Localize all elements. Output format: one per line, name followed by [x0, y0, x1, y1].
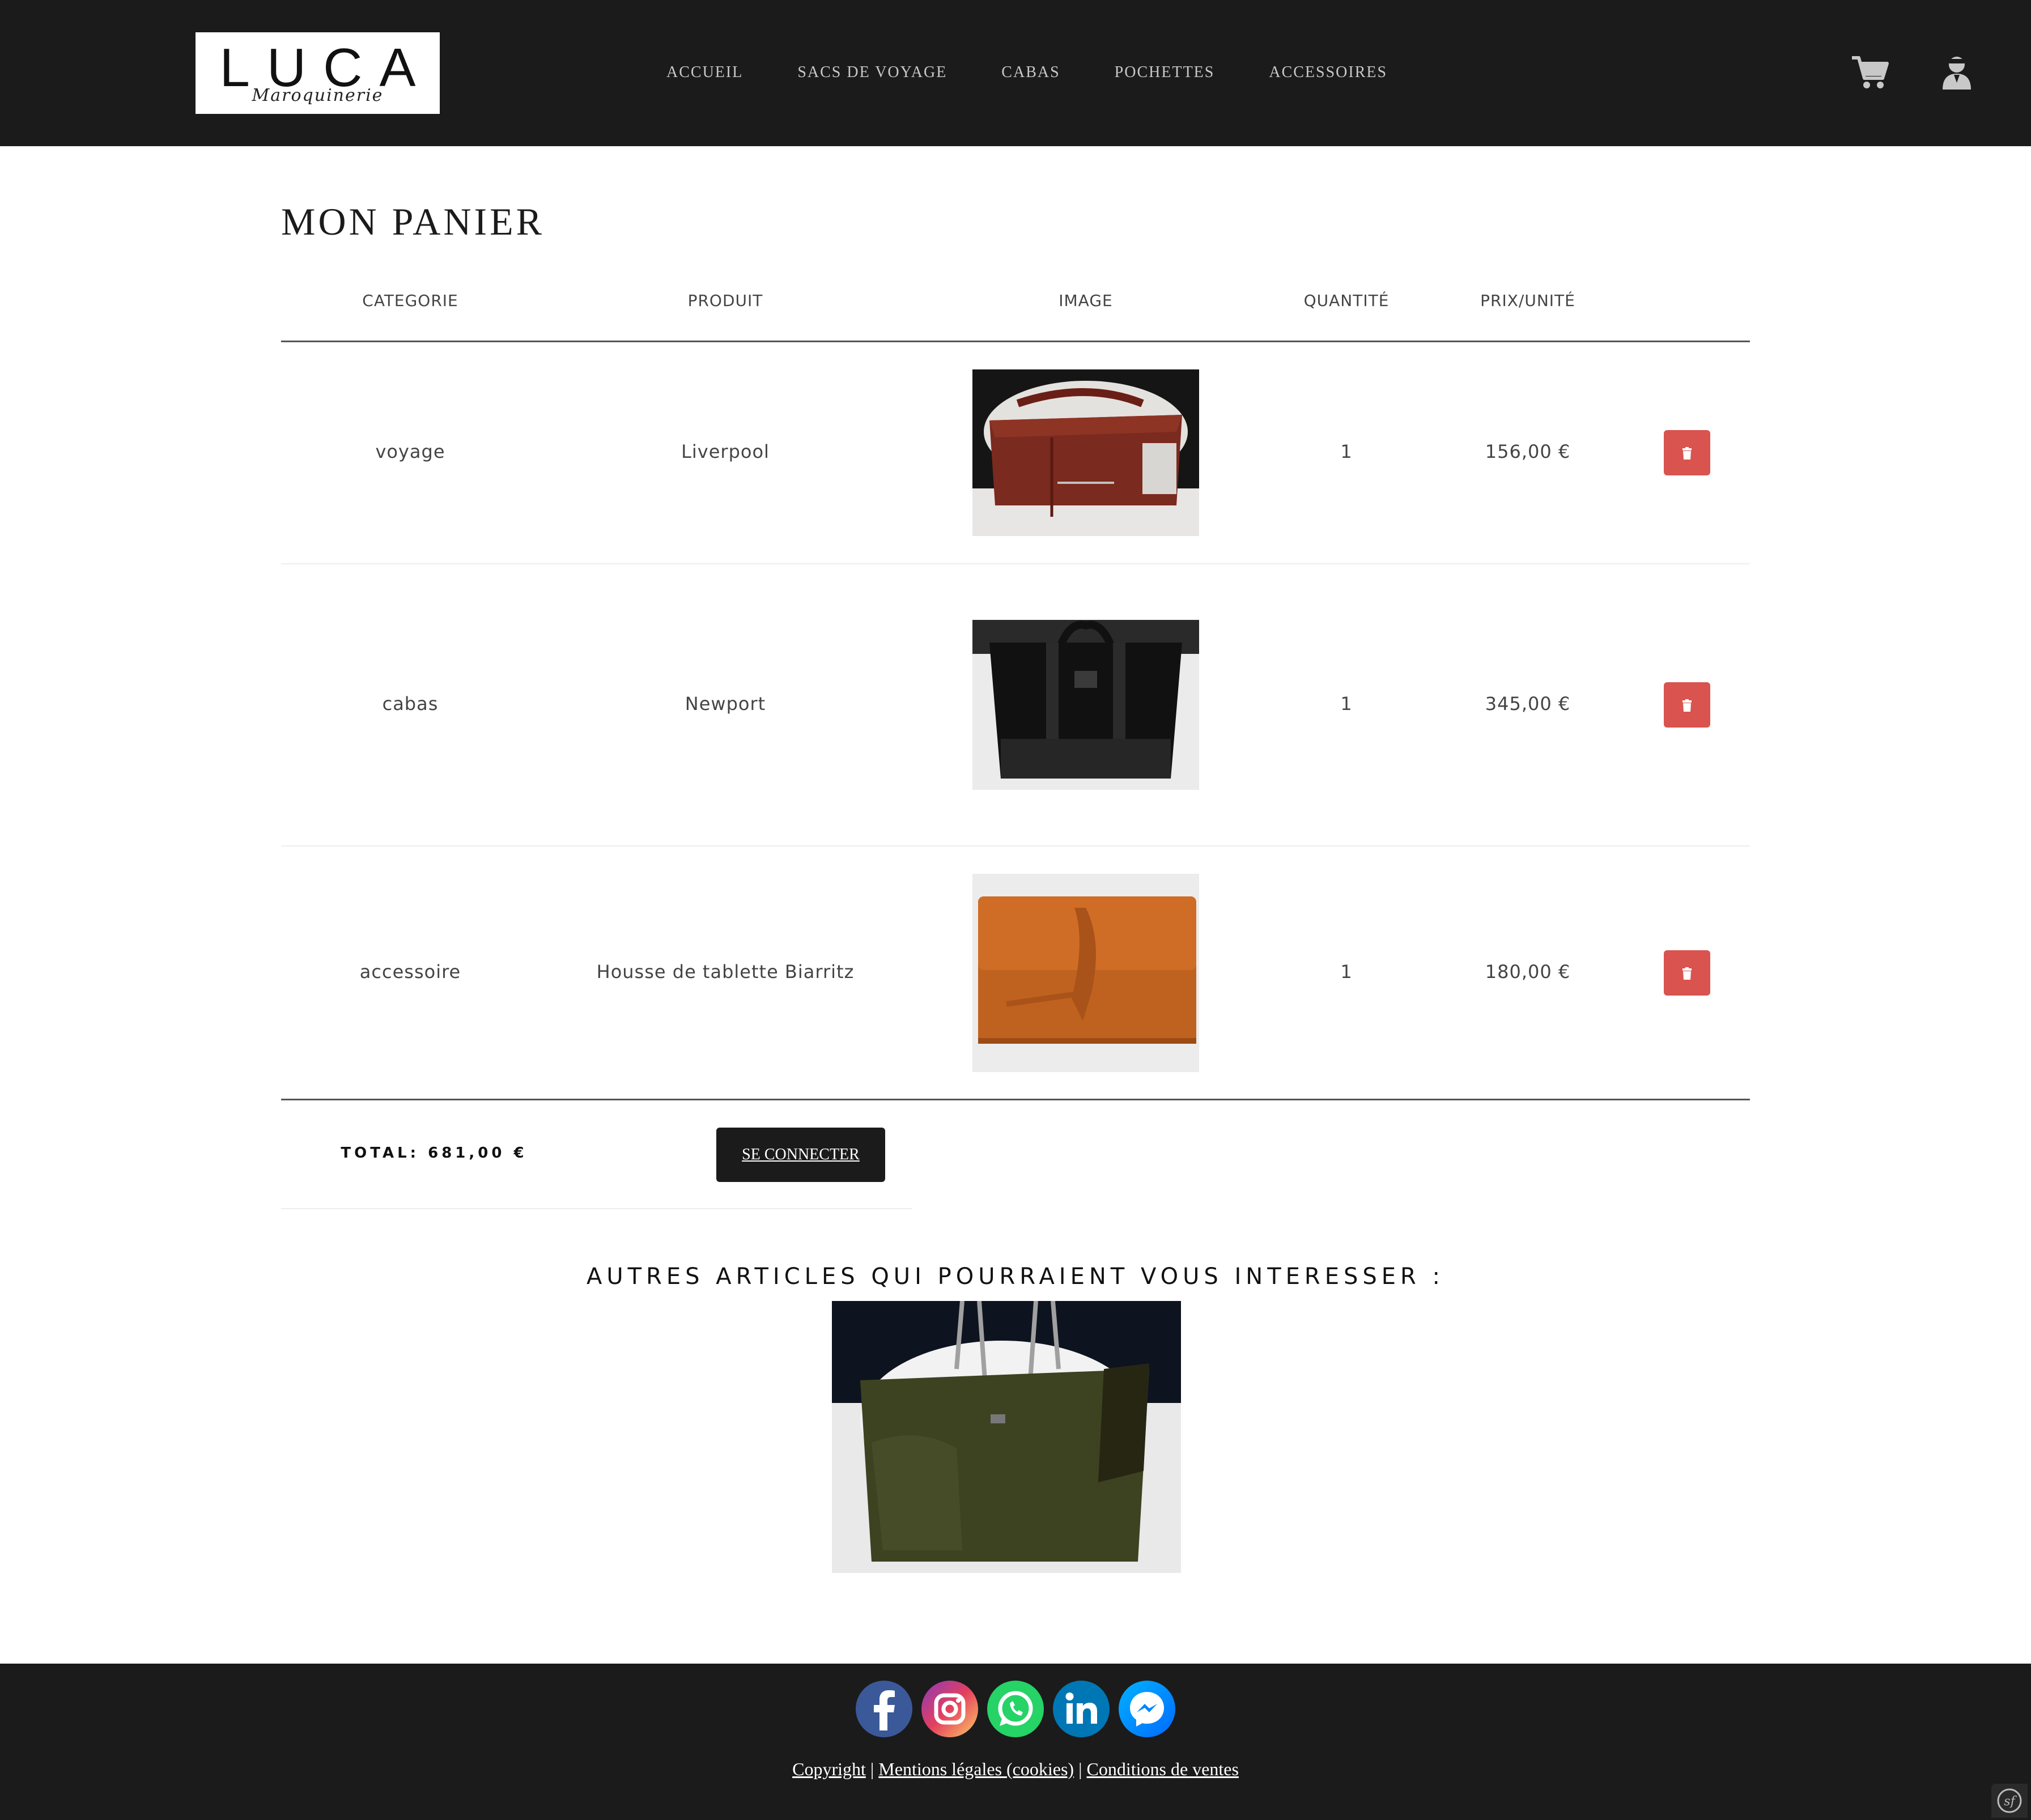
legal-link[interactable]: Mentions légales (cookies) — [878, 1759, 1074, 1779]
site-header: LUCA Maroquinerie ACCUEIL SACS DE VOYAGE… — [0, 0, 2031, 146]
row-category: accessoire — [359, 961, 461, 983]
nav-item-accueil[interactable]: ACCUEIL — [666, 63, 743, 82]
login-button[interactable]: SE CONNECTER — [716, 1128, 885, 1182]
delete-button[interactable] — [1664, 950, 1710, 996]
row-price: 156,00 € — [1485, 441, 1571, 462]
row-product[interactable]: Newport — [539, 693, 911, 715]
table-footer-divider — [281, 1099, 1750, 1100]
recommendations-title: AUTRES ARTICLES QUI POURRAIENT VOUS INTE… — [587, 1264, 1444, 1290]
copyright-link[interactable]: Copyright — [792, 1759, 866, 1779]
nav-item-accessoires[interactable]: ACCESSOIRES — [1269, 63, 1387, 82]
product-image[interactable] — [972, 369, 1199, 536]
row-divider — [281, 845, 1750, 847]
facebook-icon[interactable] — [856, 1681, 912, 1737]
footer-separator: | — [1078, 1759, 1082, 1779]
product-image[interactable] — [972, 620, 1199, 790]
user-icon[interactable] — [1937, 52, 1977, 92]
row-divider — [281, 563, 1750, 564]
instagram-icon[interactable] — [921, 1681, 978, 1737]
brand-logo[interactable]: LUCA Maroquinerie — [196, 32, 440, 114]
footer-separator: | — [870, 1759, 874, 1779]
header-product: PRODUIT — [687, 291, 763, 310]
row-product[interactable]: Liverpool — [539, 441, 911, 462]
whatsapp-icon[interactable] — [987, 1681, 1044, 1737]
row-product[interactable]: Housse de tablette Biarritz — [539, 961, 911, 983]
delete-button[interactable] — [1664, 430, 1710, 475]
row-quantity: 1 — [1340, 441, 1353, 462]
header-price: PRIX/UNITÉ — [1480, 291, 1575, 310]
product-image[interactable] — [972, 874, 1199, 1072]
header-category: CATEGORIE — [362, 291, 458, 310]
header-quantity: QUANTITÉ — [1303, 291, 1390, 310]
row-category: cabas — [382, 693, 439, 715]
row-quantity: 1 — [1340, 961, 1353, 983]
nav-item-cabas[interactable]: CABAS — [1001, 63, 1060, 82]
brand-tagline: Maroquinerie — [252, 86, 384, 105]
delete-button[interactable] — [1664, 682, 1710, 728]
trash-icon — [1682, 967, 1692, 980]
terms-link[interactable]: Conditions de ventes — [1086, 1759, 1238, 1779]
trash-icon — [1682, 699, 1692, 712]
page-title: MON PANIER — [281, 200, 545, 243]
cart-total: TOTAL: 681,00 € — [341, 1145, 528, 1162]
row-price: 180,00 € — [1485, 961, 1571, 983]
table-header-divider — [281, 341, 1750, 342]
header-image: IMAGE — [1059, 291, 1113, 310]
messenger-icon[interactable] — [1119, 1681, 1175, 1737]
row-quantity: 1 — [1340, 693, 1353, 715]
row-price: 345,00 € — [1485, 693, 1571, 715]
row-category: voyage — [375, 441, 445, 462]
total-divider — [281, 1208, 912, 1209]
site-footer: Copyright | Mentions légales (cookies) |… — [0, 1664, 2031, 1820]
nav-item-pochettes[interactable]: POCHETTES — [1115, 63, 1215, 82]
nav-item-sacs-de-voyage[interactable]: SACS DE VOYAGE — [797, 63, 947, 82]
linkedin-icon[interactable] — [1053, 1681, 1110, 1737]
svg-text:sf: sf — [2004, 1795, 2017, 1809]
trash-icon — [1682, 447, 1692, 460]
social-links — [856, 1681, 1175, 1737]
footer-links: Copyright | Mentions légales (cookies) |… — [0, 1759, 2031, 1780]
cart-icon[interactable] — [1850, 52, 1889, 92]
main-nav: ACCUEIL SACS DE VOYAGE CABAS POCHETTES A… — [666, 63, 1387, 82]
recommended-product-image[interactable] — [832, 1301, 1181, 1573]
symfony-toolbar-icon[interactable]: sf — [1991, 1784, 2028, 1818]
